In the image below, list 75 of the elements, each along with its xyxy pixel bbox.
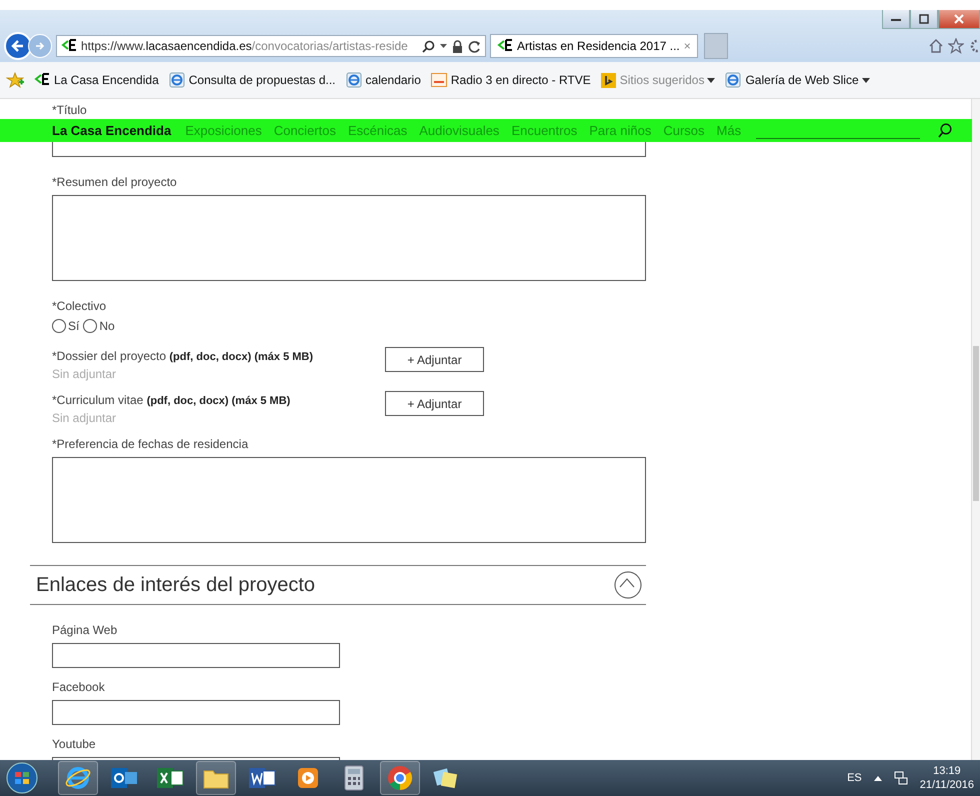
field-label: *Preferencia de fechas de residencia [52,437,250,451]
arrow-right-icon [35,41,45,51]
chevron-up-circle-icon[interactable] [614,571,642,599]
address-bar[interactable]: https://www.lacasaencendida.es/convocatorias/artistas-reside [56,35,486,57]
favorites-link[interactable]: calendario [346,72,421,88]
field-label: Página Web [52,623,118,637]
site-brand-link[interactable]: La Casa Encendida [52,123,172,138]
restore-button[interactable] [910,10,938,29]
network-icon[interactable] [894,771,908,785]
field-label: *Título [52,103,88,117]
start-button[interactable] [6,762,38,794]
close-icon [953,14,965,24]
radio-label[interactable]: Sí [68,319,80,333]
clock-date: 21/11/2016 [920,778,974,792]
favorites-link[interactable]: Galería de Web Slice [725,72,859,88]
file-status: Sin adjuntar [52,411,118,425]
arrow-left-icon [11,39,25,53]
url-text: https://www.lacasaencendida.es/convocatorias/artistas-reside [81,39,408,53]
chrome-icon[interactable] [380,761,420,795]
close-button[interactable] [938,10,980,29]
scrollbar[interactable] [971,99,980,760]
folder-icon[interactable] [196,761,236,795]
language-indicator[interactable]: ES [847,772,862,784]
internet-explorer-icon[interactable] [58,761,98,795]
browser-tab[interactable]: Artistas en Residencia 2017 ... × [490,34,698,58]
tab-close-button[interactable]: × [684,39,691,53]
input-field[interactable] [52,643,340,668]
attach-button[interactable]: + Adjuntar [385,347,484,372]
input-field[interactable] [52,700,340,725]
site-logo-icon [34,72,50,88]
ie-page-icon [346,72,362,88]
text-area[interactable] [52,457,646,543]
radio-button[interactable] [52,319,66,333]
scrollbar-thumb[interactable] [973,346,979,501]
radio-label[interactable]: No [99,319,115,333]
field-label: *Colectivo [52,299,108,313]
caret-icon[interactable] [440,44,447,48]
star-icon[interactable] [948,38,964,54]
favorites-link[interactable]: Consulta de propuestas d... [168,72,336,88]
section-title: Enlaces de interés del proyecto [36,574,316,596]
caret-icon[interactable] [862,78,870,82]
lock-icon[interactable] [452,40,463,52]
text-area[interactable] [52,195,646,281]
tab-title: Artistas en Residencia 2017 ... [517,39,680,53]
search-icon[interactable] [938,123,952,138]
minimize-icon [890,16,902,22]
field-label: *Resumen del proyecto [52,175,178,189]
attach-button[interactable]: + Adjuntar [385,391,484,416]
favorites-link[interactable]: La Casa Encendida [34,72,159,88]
ie-page-icon [168,72,185,88]
favorites-link[interactable]: Radio 3 en directo - RTVE [430,73,591,87]
caret-up-icon[interactable] [874,776,882,780]
bing-icon [600,72,616,88]
minimize-button[interactable] [882,10,910,29]
site-logo-icon [497,38,513,54]
caret-icon[interactable] [707,78,716,82]
clock[interactable]: 13:19 21/11/2016 [920,764,974,792]
home-icon[interactable] [928,38,944,54]
field-label: *Dossier del proyecto (pdf, doc, docx) (máx 5 MB) [52,349,314,363]
back-button[interactable] [4,32,32,60]
input-field[interactable] [52,142,646,157]
search-icon[interactable] [422,40,435,52]
section-header[interactable]: Enlaces de interés del proyecto [30,565,646,605]
file-status: Sin adjuntar [52,367,118,381]
refresh-icon[interactable] [468,40,481,52]
field-label: Facebook [52,680,106,694]
ie-page-icon [725,72,742,88]
field-label: Youtube [52,737,97,751]
site-logo-icon [61,38,77,54]
field-label: *Curriculum vitae (pdf, doc, docx) (máx 5 MB) [52,393,290,407]
restore-icon [918,14,930,24]
clock-time: 13:19 [933,764,961,778]
rtve-icon [430,73,447,87]
radio-button[interactable] [83,319,98,333]
favorites-star-icon[interactable] [6,72,24,88]
